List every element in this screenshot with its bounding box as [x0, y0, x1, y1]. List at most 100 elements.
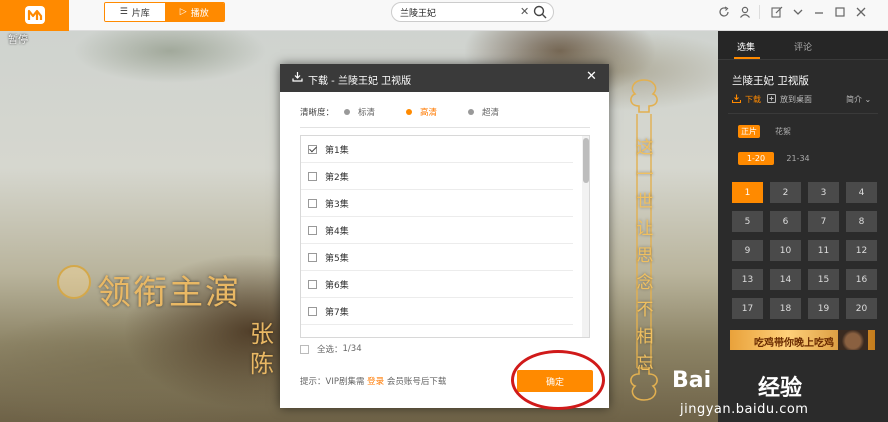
- episode-cell[interactable]: 2: [770, 182, 801, 203]
- episode-cell[interactable]: 16: [846, 269, 877, 290]
- select-all[interactable]: 全选： 1/34: [300, 343, 362, 355]
- search-icon[interactable]: [533, 5, 547, 22]
- tip-text: 提示：VIP剧集需 登录 会员账号后下载: [300, 375, 446, 387]
- checkbox[interactable]: [308, 171, 317, 181]
- intro-toggle[interactable]: 简介 ⌄: [846, 94, 871, 105]
- tab-play-label: 播放: [190, 8, 209, 19]
- list-item[interactable]: 第3集: [301, 190, 573, 217]
- episode-label: 第3集: [325, 199, 349, 210]
- quality-option-sd[interactable]: 标清: [344, 106, 396, 118]
- search-input[interactable]: [400, 6, 518, 19]
- pause-label[interactable]: 暂停: [8, 31, 28, 46]
- chevron-down-icon[interactable]: [787, 3, 808, 21]
- episode-cell[interactable]: 4: [846, 182, 877, 203]
- download-link[interactable]: 下载: [745, 94, 761, 105]
- episode-cell[interactable]: 9: [732, 240, 763, 261]
- checkbox[interactable]: [308, 252, 317, 262]
- checkbox[interactable]: [308, 225, 317, 235]
- maximize-icon[interactable]: [829, 3, 850, 21]
- login-link[interactable]: 登录: [367, 377, 384, 387]
- chevron-down-icon: ⌄: [864, 95, 872, 104]
- episode-cell[interactable]: 5: [732, 211, 763, 232]
- dialog-header: 下载 - 兰陵王妃 卫视版 ✕: [280, 64, 609, 92]
- watermark-brand-cn: 经验: [758, 376, 803, 401]
- list-item[interactable]: 第5集: [301, 244, 573, 271]
- tab-episodes[interactable]: 选集: [737, 40, 755, 53]
- checkbox[interactable]: [308, 279, 317, 289]
- episode-cell[interactable]: 13: [732, 269, 763, 290]
- scrollbar-thumb[interactable]: [583, 138, 589, 183]
- overlay-actor-text: 张陈: [250, 320, 274, 378]
- tab-library[interactable]: ☰ 片库: [105, 3, 165, 21]
- tab-indicator: [734, 57, 760, 59]
- tab-main-feature[interactable]: 正片: [738, 125, 760, 138]
- episode-cell[interactable]: 15: [808, 269, 839, 290]
- panel-tabs: 选集 评论: [718, 31, 888, 60]
- tip-prefix: 提示：VIP剧集需: [300, 377, 365, 387]
- desktop-link[interactable]: 放到桌面: [780, 94, 812, 105]
- overlay-lyric-text: 这一世让思念不相忘: [636, 138, 654, 374]
- episode-cell[interactable]: 14: [770, 269, 801, 290]
- episode-label: 第6集: [325, 280, 349, 291]
- download-icon: [292, 71, 303, 85]
- dialog-title: 下载 - 兰陵王妃 卫视版: [308, 76, 412, 87]
- list-item[interactable]: 第4集: [301, 217, 573, 244]
- tab-extras[interactable]: 花絮: [772, 125, 794, 138]
- user-icon[interactable]: [734, 3, 755, 21]
- tab-comments[interactable]: 评论: [794, 40, 812, 53]
- select-all-label: 全选：: [317, 345, 343, 355]
- minimize-icon[interactable]: [808, 3, 829, 21]
- list-item[interactable]: 第7集: [301, 298, 573, 325]
- banner-image: [838, 330, 868, 350]
- intro-label: 简介: [846, 95, 862, 104]
- quality-row: 清晰度： 标清 高清 超清: [300, 106, 520, 118]
- highlight-annotation: [511, 350, 605, 410]
- mango-logo-icon: [25, 6, 45, 24]
- watermark-url: jingyan.baidu.com: [680, 402, 809, 417]
- list-item[interactable]: 第6集: [301, 271, 573, 298]
- menu-icon: ☰: [119, 7, 128, 17]
- episode-label: 第4集: [325, 226, 349, 237]
- play-icon: ▷: [179, 7, 187, 17]
- episode-cell[interactable]: 3: [808, 182, 839, 203]
- episode-cell[interactable]: 17: [732, 298, 763, 319]
- close-icon[interactable]: [850, 3, 871, 21]
- desktop-icon[interactable]: [767, 94, 776, 105]
- episode-cell[interactable]: 6: [770, 211, 801, 232]
- download-icon[interactable]: [731, 94, 742, 105]
- radio-icon: [406, 109, 413, 115]
- scrollbar[interactable]: [582, 136, 589, 337]
- episode-cell[interactable]: 20: [846, 298, 877, 319]
- episode-label: 第1集: [325, 145, 349, 156]
- edit-icon[interactable]: [766, 3, 787, 21]
- quality-label: 清晰度：: [300, 108, 335, 118]
- checkbox[interactable]: [308, 198, 317, 208]
- quality-option-hd[interactable]: 高清: [406, 106, 458, 118]
- episode-cell[interactable]: 7: [808, 211, 839, 232]
- close-icon[interactable]: ✕: [586, 69, 597, 84]
- checkbox[interactable]: [308, 144, 317, 154]
- tab-range-21-34[interactable]: 21-34: [780, 152, 816, 165]
- divider: [759, 5, 760, 19]
- show-actions: 下载 放到桌面 简介 ⌄: [731, 94, 882, 105]
- list-item[interactable]: 第2集: [301, 163, 573, 190]
- tab-range-1-20[interactable]: 1-20: [738, 152, 774, 165]
- list-item[interactable]: 第1集: [301, 136, 573, 163]
- refresh-icon[interactable]: [713, 3, 734, 21]
- episode-cell[interactable]: 19: [808, 298, 839, 319]
- clear-search-icon[interactable]: ✕: [520, 5, 529, 18]
- checkbox[interactable]: [308, 306, 317, 316]
- episode-cell[interactable]: 10: [770, 240, 801, 261]
- tab-play[interactable]: ▷ 播放: [164, 3, 224, 21]
- app-logo[interactable]: [0, 0, 69, 31]
- episode-cell[interactable]: 18: [770, 298, 801, 319]
- quality-option-uhd[interactable]: 超清: [468, 106, 520, 118]
- episode-cell[interactable]: 11: [808, 240, 839, 261]
- quality-option-label: 高清: [420, 108, 438, 118]
- ad-banner[interactable]: 吃鸡带你晚上吃鸡: [730, 330, 875, 350]
- episode-cell[interactable]: 12: [846, 240, 877, 261]
- main-tabs: ☰ 片库 ▷ 播放: [104, 2, 225, 22]
- episode-cell[interactable]: 1: [732, 182, 763, 203]
- checkbox[interactable]: [300, 344, 309, 354]
- episode-cell[interactable]: 8: [846, 211, 877, 232]
